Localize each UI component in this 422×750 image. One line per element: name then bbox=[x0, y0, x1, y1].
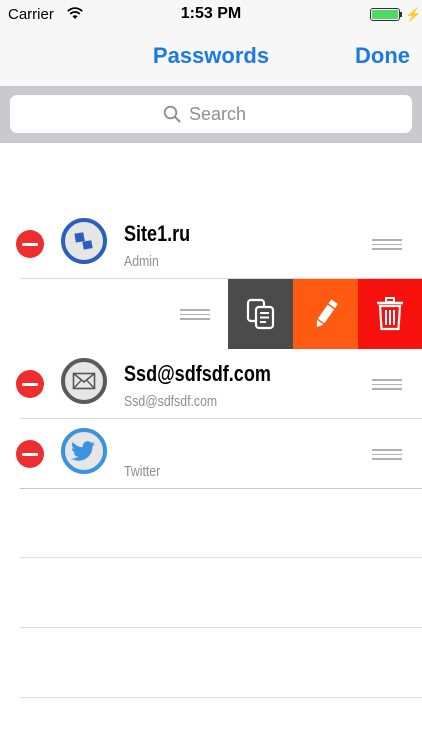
item-subtitle: Twitter bbox=[124, 463, 161, 480]
empty-row-divider bbox=[20, 557, 422, 558]
delete-circle-icon[interactable] bbox=[16, 440, 44, 468]
reorder-icon[interactable] bbox=[372, 449, 402, 460]
delete-circle-icon[interactable] bbox=[16, 230, 44, 258]
reorder-icon[interactable] bbox=[372, 239, 402, 250]
trash-button[interactable] bbox=[358, 279, 422, 349]
list-top-divider bbox=[0, 142, 422, 143]
reorder-icon[interactable] bbox=[180, 309, 210, 320]
battery-icon bbox=[370, 8, 400, 21]
battery-fill bbox=[372, 10, 398, 19]
pencil-icon bbox=[316, 299, 338, 328]
delete-circle-icon[interactable] bbox=[16, 370, 44, 398]
copy-button[interactable] bbox=[228, 279, 293, 349]
item-subtitle: Ssd@sdfsdf.com bbox=[124, 393, 218, 410]
list-item[interactable]: Site1.ru Admin bbox=[0, 209, 422, 279]
row-divider bbox=[20, 488, 422, 489]
item-title: Ssd@sdfsdf.com bbox=[124, 361, 271, 386]
battery-tip bbox=[400, 12, 402, 17]
charging-bolt-icon: ⚡ bbox=[405, 7, 422, 22]
item-subtitle: Admin bbox=[124, 253, 159, 270]
swiped-list-item[interactable]: ter bbox=[0, 279, 422, 349]
trash-icon bbox=[377, 297, 403, 331]
search-bar bbox=[0, 86, 422, 142]
list-item[interactable]: Twitter bbox=[0, 419, 422, 489]
twitter-bird-icon bbox=[61, 428, 107, 474]
copy-icon bbox=[246, 298, 274, 330]
nav-bar: Passwords Done bbox=[0, 30, 422, 86]
edit-button[interactable] bbox=[293, 279, 358, 349]
status-bar: Carrier 1:53 PM ⚡ bbox=[0, 0, 422, 30]
empty-row-divider bbox=[20, 627, 422, 628]
mail-icon bbox=[61, 358, 107, 404]
clock: 1:53 PM bbox=[180, 5, 242, 22]
search-input[interactable] bbox=[189, 103, 259, 125]
item-title: Site1.ru bbox=[124, 221, 191, 246]
done-button[interactable]: Done bbox=[355, 43, 410, 69]
empty-row-divider bbox=[20, 697, 422, 698]
search-field[interactable] bbox=[10, 95, 412, 133]
search-icon bbox=[163, 105, 181, 123]
list-item[interactable]: Ssd@sdfsdf.com Ssd@sdfsdf.com bbox=[0, 349, 422, 419]
site-logo-icon bbox=[61, 218, 107, 264]
reorder-icon[interactable] bbox=[372, 379, 402, 390]
